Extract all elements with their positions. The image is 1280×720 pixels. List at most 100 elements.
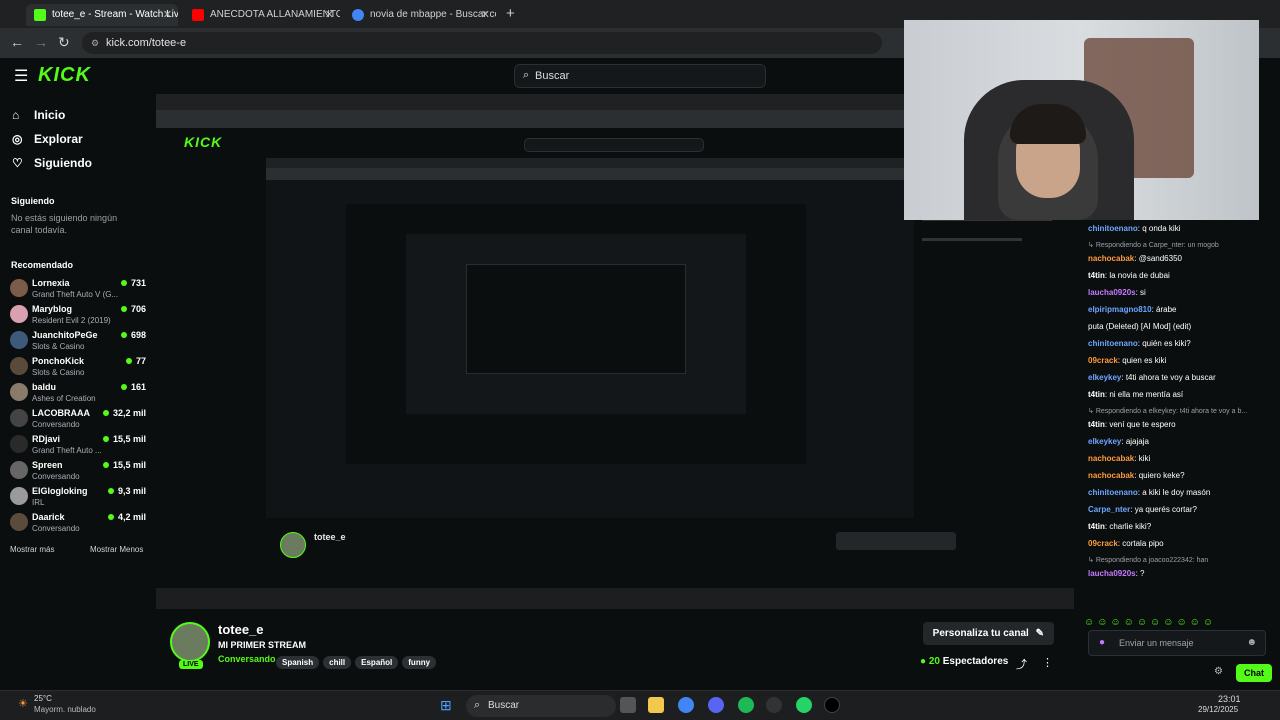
taskbar-search[interactable]: ⌕ Buscar — [466, 695, 616, 717]
chat-message[interactable]: chinitoenano: quién es kiki? — [1088, 339, 1278, 348]
chat-text: @sand6350 — [1138, 254, 1182, 263]
stream-category[interactable]: Conversando — [218, 654, 276, 664]
customize-channel-button[interactable]: Personaliza tu canal ✎ — [922, 622, 1054, 645]
new-tab-icon[interactable]: + — [506, 4, 515, 24]
chat-message[interactable]: 09crack: cortala pipo — [1088, 539, 1278, 548]
chat-username[interactable]: laucha0920s — [1088, 569, 1136, 578]
chat-message[interactable]: laucha0920s: si — [1088, 288, 1278, 297]
chat-message[interactable]: elpiripmagno810: árabe — [1088, 305, 1278, 314]
tag-chip[interactable]: funny — [402, 656, 437, 669]
chat-message[interactable]: chinitoenano: q onda kiki — [1088, 224, 1278, 233]
live-dot-icon — [102, 462, 109, 468]
chat-input[interactable]: ● Enviar un mensaje ☻ — [1088, 630, 1266, 656]
chat-message[interactable]: elkeykey: t4ti ahora te voy a buscar — [1088, 373, 1278, 382]
chat-message[interactable]: nachocabak: kiki — [1088, 454, 1278, 463]
chat-username[interactable]: elpiripmagno810 — [1088, 305, 1152, 314]
sidebar-item-inicio[interactable]: ⌂ Inicio — [12, 108, 65, 122]
more-icon[interactable]: ⋮ — [1042, 656, 1053, 669]
discord-icon[interactable] — [708, 697, 724, 713]
emote-icons[interactable]: ☺☺☺☺☺☺☺☺☺☺ — [1084, 617, 1216, 628]
chat-message[interactable]: elkeykey: ajajaja — [1088, 437, 1278, 446]
chat-username[interactable]: t4tin — [1088, 390, 1105, 399]
sidebar-item-explorar[interactable]: ◎ Explorar — [12, 132, 83, 146]
spotify-icon[interactable] — [738, 697, 754, 713]
channel-name: Lornexia — [32, 278, 70, 288]
show-more-link[interactable]: Mostrar más — [10, 545, 54, 554]
chat-message[interactable]: t4tin: charlie kiki? — [1088, 522, 1278, 531]
task-view-icon[interactable] — [620, 697, 636, 713]
chat-settings-icon[interactable]: ⚙ — [1214, 666, 1223, 677]
recommended-channel[interactable]: Maryblog Resident Evil 2 (2019) 706 — [10, 302, 146, 330]
chat-username[interactable]: t4tin — [1088, 522, 1105, 531]
close-tab-icon[interactable]: ✕ — [325, 4, 334, 26]
close-tab-icon[interactable]: ✕ — [163, 4, 172, 26]
windows-start-icon[interactable]: ⊞ — [440, 697, 452, 714]
chat-message[interactable]: 09crack: quien es kiki — [1088, 356, 1278, 365]
chat-text: si — [1140, 288, 1146, 297]
chat-username[interactable]: 09crack — [1088, 356, 1118, 365]
chat-username[interactable]: elkeykey — [1088, 437, 1121, 446]
chrome-icon[interactable] — [678, 697, 694, 713]
chat-username[interactable]: t4tin — [1088, 420, 1105, 429]
mic-icon[interactable]: ● — [1099, 631, 1105, 655]
back-icon[interactable]: ← — [10, 34, 24, 50]
forward-icon[interactable]: → — [34, 34, 48, 50]
tiktok-icon[interactable] — [824, 697, 840, 713]
emoji-icon[interactable]: ☻ — [1246, 631, 1257, 655]
channel-name[interactable]: totee_e — [218, 622, 264, 637]
tag-chip[interactable]: Español — [355, 656, 399, 669]
recommended-channel[interactable]: Lornexia Grand Theft Auto V (G... 731 — [10, 276, 146, 304]
chat-username[interactable]: chinitoenano — [1088, 224, 1138, 233]
channel-category: Slots & Casino — [32, 342, 85, 351]
chat-username[interactable]: laucha0920s — [1088, 288, 1136, 297]
whatsapp-icon[interactable] — [796, 697, 812, 713]
show-less-link[interactable]: Mostrar Menos — [90, 545, 143, 554]
chat-username[interactable]: nachocabak — [1088, 454, 1134, 463]
recommended-channel[interactable]: RDjavi Grand Theft Auto ... 15,5 mil — [10, 432, 146, 460]
close-tab-icon[interactable]: ✕ — [481, 4, 490, 26]
app-icon[interactable] — [766, 697, 782, 713]
chat-message[interactable]: chinitoenano: a kiki le doy masón — [1088, 488, 1278, 497]
recommended-channel[interactable]: ElGlogloking IRL 9,3 mil — [10, 484, 146, 512]
sidebar-item-siguiendo[interactable]: ♡ Siguiendo — [12, 156, 92, 170]
chat-message[interactable]: puta (Deleted) [AI Mod] (edit) — [1088, 322, 1278, 331]
menu-icon[interactable]: ☰ — [14, 66, 28, 86]
recommended-channel[interactable]: Spreen Conversando 15,5 mil — [10, 458, 146, 486]
chat-send-button[interactable]: Chat — [1236, 664, 1272, 682]
chat-message[interactable]: nachocabak: quiero keke? — [1088, 471, 1278, 480]
search-input[interactable]: ⌕ Buscar — [514, 64, 766, 88]
tag-chip[interactable]: chill — [323, 656, 352, 669]
tag-chip[interactable]: Spanish — [276, 656, 320, 669]
recommended-channel[interactable]: Daarick Conversando 4,2 mil — [10, 510, 146, 538]
chat-username[interactable]: nachocabak — [1088, 254, 1134, 263]
chat-username[interactable]: t4tin — [1088, 271, 1105, 280]
reload-icon[interactable]: ↻ — [58, 34, 70, 51]
file-explorer-icon[interactable] — [648, 697, 664, 713]
recommended-channel[interactable]: LACOBRAAA Conversando 32,2 mil — [10, 406, 146, 434]
chat-message[interactable]: t4tin: ni ella me mentía así — [1088, 390, 1278, 399]
chat-message[interactable]: Carpe_nter: ya querés cortar? — [1088, 505, 1278, 514]
kick-logo[interactable]: KICK — [38, 64, 91, 87]
chat-text: quiero keke? — [1138, 471, 1185, 480]
chat-username[interactable]: nachocabak — [1088, 471, 1134, 480]
channel-avatar[interactable] — [170, 622, 210, 662]
chat-username[interactable]: Carpe_nter — [1088, 505, 1130, 514]
chat-username[interactable]: 09crack — [1088, 539, 1118, 548]
nested-video — [266, 158, 914, 518]
share-icon[interactable]: ⤴ — [1016, 656, 1027, 672]
chat-username[interactable]: chinitoenano — [1088, 488, 1138, 497]
recommended-channel[interactable]: JuanchitoPeGe Slots & Casino 698 — [10, 328, 146, 356]
chat-username[interactable]: elkeykey — [1088, 373, 1121, 382]
browser-tab[interactable]: totee_e - Stream - Watch Live or ✕ — [26, 4, 178, 26]
chat-message[interactable]: t4tin: vení que te espero — [1088, 420, 1278, 429]
url-field[interactable]: ⚙ kick.com/totee-e — [82, 32, 882, 54]
chat-message[interactable]: laucha0920s: ? — [1088, 569, 1278, 578]
site-info-icon[interactable]: ⚙ — [91, 32, 99, 54]
chat-username[interactable]: chinitoenano — [1088, 339, 1138, 348]
recommended-channel[interactable]: PonchoKick Slots & Casino 77 — [10, 354, 146, 382]
browser-tab[interactable]: novia de mbappe - Buscar con ✕ — [344, 4, 496, 26]
browser-tab[interactable]: ANECDOTA ALLANAMIENTO A ✕ — [184, 4, 340, 26]
chat-message[interactable]: nachocabak: @sand6350 — [1088, 254, 1278, 263]
recommended-channel[interactable]: baldu Ashes of Creation 161 — [10, 380, 146, 408]
chat-message[interactable]: t4tin: la novia de dubai — [1088, 271, 1278, 280]
